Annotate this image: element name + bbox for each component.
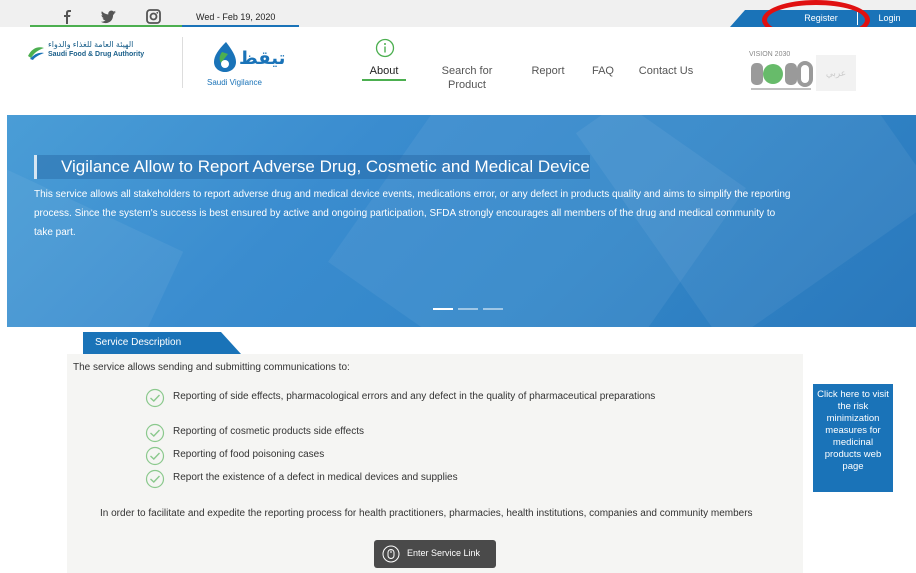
nav-contact-us[interactable]: Contact Us: [634, 64, 698, 78]
check-circle-icon: [145, 388, 165, 408]
hero-title: Vigilance Allow to Report Adverse Drug, …: [34, 155, 590, 179]
page: Wed - Feb 19, 2020 Register Login الهيئة…: [0, 0, 916, 573]
hero-description: This service allows all stakeholders to …: [34, 189, 791, 238]
service-description-tab[interactable]: Service Description: [83, 332, 241, 354]
sfda-arabic-name: الهيئة العامة للغذاء والدواء: [48, 40, 134, 49]
active-nav-indicator: [362, 79, 406, 81]
info-icon: [375, 38, 395, 58]
vigilance-arabic-name: تيقظ: [239, 48, 286, 68]
nav-search-for-product[interactable]: Search for Product: [434, 64, 500, 92]
current-date: Wed - Feb 19, 2020: [182, 8, 299, 27]
service-item-text: Reporting of food poisoning cases: [173, 449, 325, 460]
slide-indicator-3[interactable]: [483, 308, 503, 310]
service-item-text: Reporting of cosmetic products side effe…: [173, 426, 365, 437]
check-circle-icon: [145, 446, 165, 466]
nav-report[interactable]: Report: [526, 64, 570, 78]
slide-indicator-2[interactable]: [458, 308, 478, 310]
nav-about[interactable]: About: [362, 64, 406, 78]
sfda-emblem-icon: [28, 47, 44, 60]
enter-service-link-label: Enter Service Link: [407, 548, 481, 558]
sfda-english-name: Saudi Food & Drug Authority: [48, 51, 145, 58]
twitter-icon[interactable]: [99, 9, 119, 25]
facebook-icon[interactable]: [58, 9, 78, 25]
vision-2030-logo: VISION 2030: [747, 51, 815, 93]
sfda-logo[interactable]: الهيئة العامة للغذاء والدواء Saudi Food …: [26, 40, 172, 64]
check-circle-icon: [145, 423, 165, 443]
login-button[interactable]: Login: [863, 10, 916, 27]
instagram-icon[interactable]: [144, 9, 164, 25]
vision-label: VISION 2030: [749, 51, 791, 58]
language-toggle[interactable]: عربي: [816, 55, 856, 91]
vigilance-english-name: Saudi Vigilance: [207, 78, 263, 87]
risk-minimization-link-button[interactable]: Click here to visit the risk minimizatio…: [813, 384, 893, 492]
mouse-icon: [382, 545, 400, 563]
saudi-vigilance-logo[interactable]: تيقظ Saudi Vigilance: [205, 40, 295, 90]
service-intro: The service allows sending and submittin…: [73, 362, 350, 373]
check-circle-icon: [145, 469, 165, 489]
logo-divider: [182, 37, 183, 88]
service-note: In order to facilitate and expedite the …: [100, 508, 753, 519]
hero-banner: Vigilance Allow to Report Adverse Drug, …: [7, 115, 916, 327]
vigilance-drop-icon: [214, 42, 236, 72]
social-links: [30, 8, 182, 27]
service-item-text: Reporting of side effects, pharmacologic…: [173, 391, 656, 402]
service-description-panel: The service allows sending and submittin…: [67, 354, 803, 573]
slide-indicator-1[interactable]: [433, 308, 453, 310]
service-item-text: Report the existence of a defect in medi…: [173, 472, 458, 483]
nav-faq[interactable]: FAQ: [590, 64, 616, 78]
enter-service-link-button[interactable]: Enter Service Link: [374, 540, 496, 568]
